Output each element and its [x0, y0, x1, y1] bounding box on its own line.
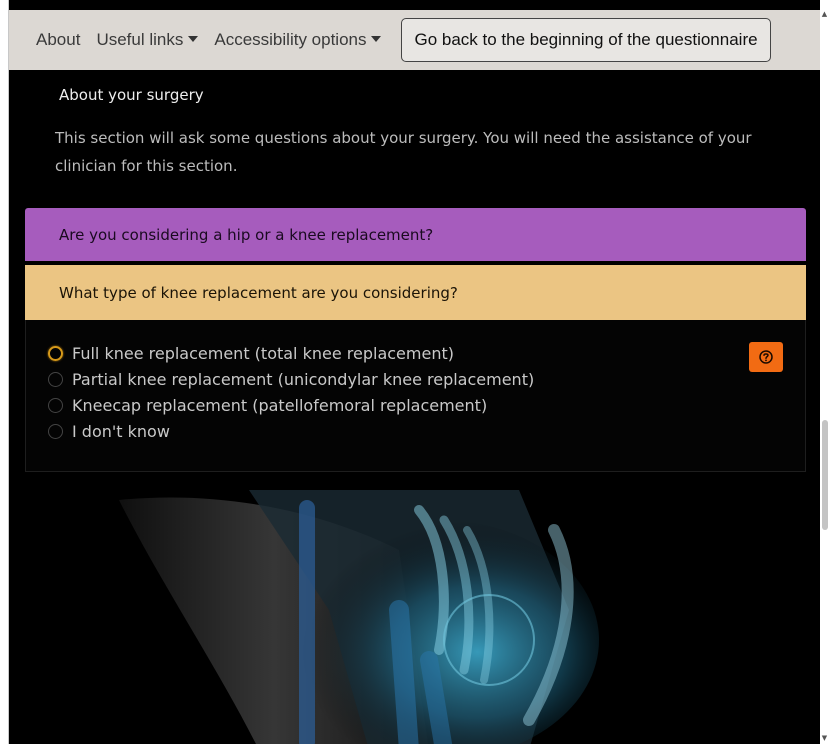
option-dont-know[interactable]: I don't know	[48, 422, 170, 441]
option-label: Kneecap replacement (patellofemoral repl…	[72, 396, 488, 415]
browser-frame: About Useful links Accessibility options…	[0, 0, 829, 744]
option-label: Partial knee replacement (unicondylar kn…	[72, 370, 535, 389]
question-knee-type[interactable]: What type of knee replacement are you co…	[25, 265, 806, 320]
caret-down-icon	[371, 36, 382, 42]
scroll-up-icon[interactable]: ▲	[821, 10, 828, 18]
nav-about-link[interactable]: About	[36, 30, 80, 50]
radio-button[interactable]	[48, 346, 63, 361]
option-label: I don't know	[72, 422, 170, 441]
useful-links-label: Useful links	[96, 30, 184, 49]
knee-type-options-panel: Full knee replacement (total knee replac…	[25, 320, 806, 472]
option-kneecap[interactable]: Kneecap replacement (patellofemoral repl…	[48, 396, 487, 415]
radio-button[interactable]	[48, 424, 63, 439]
help-button[interactable]	[749, 342, 783, 372]
radio-button[interactable]	[48, 372, 63, 387]
vertical-scrollbar[interactable]: ▲ ▼	[820, 0, 829, 744]
option-partial-knee[interactable]: Partial knee replacement (unicondylar kn…	[48, 370, 534, 389]
scrollbar-thumb[interactable]	[822, 420, 828, 530]
top-navbar: About Useful links Accessibility options…	[9, 10, 820, 70]
option-label: Full knee replacement (total knee replac…	[72, 344, 454, 363]
nav-useful-links-dropdown[interactable]: Useful links	[96, 30, 199, 50]
question-mark-icon	[759, 350, 773, 364]
scroll-down-icon[interactable]: ▼	[821, 734, 828, 742]
knee-xray-illustration	[119, 490, 599, 744]
section-description: This section will ask some questions abo…	[55, 129, 752, 175]
section-title: About your surgery	[59, 86, 204, 104]
question-hip-or-knee[interactable]: Are you considering a hip or a knee repl…	[25, 208, 806, 261]
nav-accessibility-dropdown[interactable]: Accessibility options	[214, 30, 382, 50]
caret-down-icon	[188, 36, 199, 42]
radio-button[interactable]	[48, 398, 63, 413]
accessibility-label: Accessibility options	[214, 30, 367, 49]
back-to-start-button[interactable]: Go back to the beginning of the question…	[401, 18, 771, 62]
window-edge	[0, 0, 9, 744]
main-content: About your surgery This section will ask…	[9, 70, 820, 744]
option-full-knee[interactable]: Full knee replacement (total knee replac…	[48, 344, 454, 363]
